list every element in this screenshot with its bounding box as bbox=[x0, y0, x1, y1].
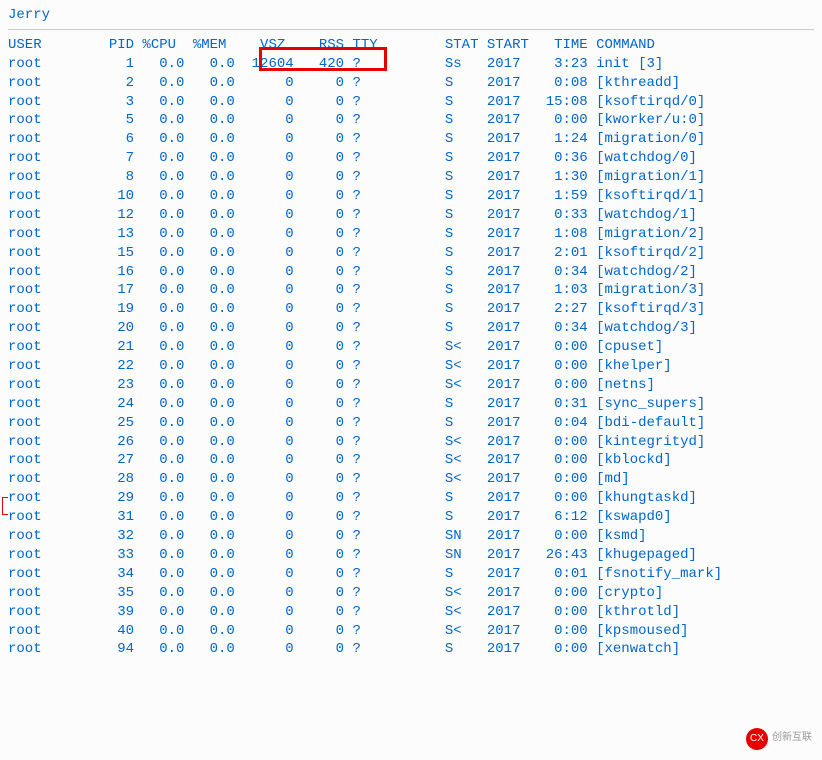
table-row: root 17 0.0 0.0 0 0 ? S 2017 1:03 [migra… bbox=[8, 281, 814, 300]
table-row: root 2 0.0 0.0 0 0 ? S 2017 0:08 [kthrea… bbox=[8, 74, 814, 93]
table-row: root 8 0.0 0.0 0 0 ? S 2017 1:30 [migrat… bbox=[8, 168, 814, 187]
table-row: root 22 0.0 0.0 0 0 ? S< 2017 0:00 [khel… bbox=[8, 357, 814, 376]
table-row: root 3 0.0 0.0 0 0 ? S 2017 15:08 [ksoft… bbox=[8, 93, 814, 112]
table-row: root 5 0.0 0.0 0 0 ? S 2017 0:00 [kworke… bbox=[8, 111, 814, 130]
table-row: root 21 0.0 0.0 0 0 ? S< 2017 0:00 [cpus… bbox=[8, 338, 814, 357]
table-row: root 28 0.0 0.0 0 0 ? S< 2017 0:00 [md] bbox=[8, 470, 814, 489]
table-row: root 29 0.0 0.0 0 0 ? S 2017 0:00 [khung… bbox=[8, 489, 814, 508]
table-header: USER PID %CPU %MEM VSZ RSS TTY STAT STAR… bbox=[8, 36, 814, 55]
table-row: root 40 0.0 0.0 0 0 ? S< 2017 0:00 [kpsm… bbox=[8, 622, 814, 641]
watermark-text: 创新互联 bbox=[772, 732, 812, 746]
table-row: root 25 0.0 0.0 0 0 ? S 2017 0:04 [bdi-d… bbox=[8, 414, 814, 433]
table-row: root 10 0.0 0.0 0 0 ? S 2017 1:59 [ksoft… bbox=[8, 187, 814, 206]
table-row: root 23 0.0 0.0 0 0 ? S< 2017 0:00 [netn… bbox=[8, 376, 814, 395]
table-row: root 35 0.0 0.0 0 0 ? S< 2017 0:00 [cryp… bbox=[8, 584, 814, 603]
table-row: root 1 0.0 0.0 12604 420 ? Ss 2017 3:23 … bbox=[8, 55, 814, 74]
process-table: USER PID %CPU %MEM VSZ RSS TTY STAT STAR… bbox=[8, 36, 814, 659]
table-row: root 7 0.0 0.0 0 0 ? S 2017 0:36 [watchd… bbox=[8, 149, 814, 168]
watermark: CX 创新互联 bbox=[746, 728, 812, 750]
table-row: root 31 0.0 0.0 0 0 ? S 2017 6:12 [kswap… bbox=[8, 508, 814, 527]
terminal-prompt: Jerry bbox=[8, 6, 814, 25]
table-row: root 16 0.0 0.0 0 0 ? S 2017 0:34 [watch… bbox=[8, 263, 814, 282]
table-row: root 26 0.0 0.0 0 0 ? S< 2017 0:00 [kint… bbox=[8, 433, 814, 452]
table-row: root 19 0.0 0.0 0 0 ? S 2017 2:27 [ksoft… bbox=[8, 300, 814, 319]
table-row: root 94 0.0 0.0 0 0 ? S 2017 0:00 [xenwa… bbox=[8, 640, 814, 659]
table-row: root 13 0.0 0.0 0 0 ? S 2017 1:08 [migra… bbox=[8, 225, 814, 244]
table-row: root 12 0.0 0.0 0 0 ? S 2017 0:33 [watch… bbox=[8, 206, 814, 225]
table-row: root 34 0.0 0.0 0 0 ? S 2017 0:01 [fsnot… bbox=[8, 565, 814, 584]
table-row: root 20 0.0 0.0 0 0 ? S 2017 0:34 [watch… bbox=[8, 319, 814, 338]
table-row: root 15 0.0 0.0 0 0 ? S 2017 2:01 [ksoft… bbox=[8, 244, 814, 263]
table-row: root 32 0.0 0.0 0 0 ? SN 2017 0:00 [ksmd… bbox=[8, 527, 814, 546]
table-row: root 39 0.0 0.0 0 0 ? S< 2017 0:00 [kthr… bbox=[8, 603, 814, 622]
table-row: root 27 0.0 0.0 0 0 ? S< 2017 0:00 [kblo… bbox=[8, 451, 814, 470]
watermark-logo-icon: CX bbox=[746, 728, 768, 750]
table-row: root 33 0.0 0.0 0 0 ? SN 2017 26:43 [khu… bbox=[8, 546, 814, 565]
table-row: root 24 0.0 0.0 0 0 ? S 2017 0:31 [sync_… bbox=[8, 395, 814, 414]
table-row: root 6 0.0 0.0 0 0 ? S 2017 1:24 [migrat… bbox=[8, 130, 814, 149]
divider bbox=[8, 29, 814, 30]
